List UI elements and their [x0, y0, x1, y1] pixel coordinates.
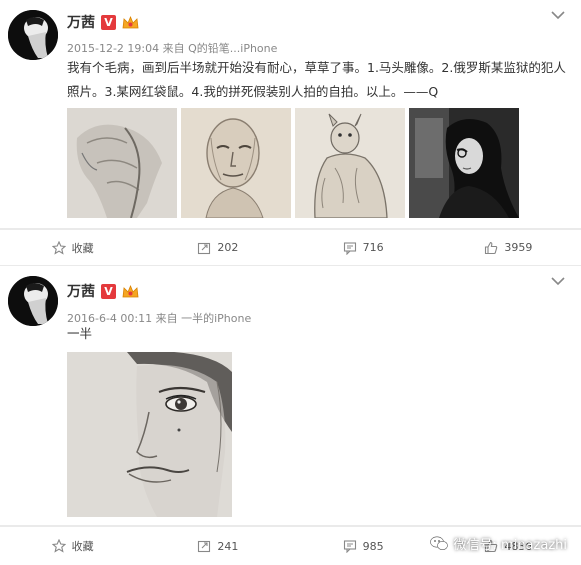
comment-count: 985 — [362, 539, 384, 553]
image-grid — [67, 108, 519, 218]
avatar[interactable] — [8, 276, 58, 326]
repost-button[interactable]: 202 — [145, 241, 290, 255]
author-row: 万茜 V — [67, 281, 139, 301]
post-text: 我有个毛病，画到后半场就开始没有耐心，草草了事。1.马头雕像。2.俄罗斯某监狱的… — [67, 60, 566, 99]
like-count: 3959 — [504, 241, 533, 254]
image-prisoner-sketch[interactable] — [181, 108, 291, 218]
image-kangaroo-sketch[interactable] — [295, 108, 405, 218]
repost-count: 241 — [217, 539, 239, 553]
post-meta: 2015-12-2 19:04 来自 Q的铅笔...iPhone — [67, 42, 278, 55]
author-row: 万茜 V — [67, 12, 139, 32]
watermark-text: 微信号: minazazhi — [453, 538, 567, 553]
image-selfie-photo[interactable] — [409, 108, 519, 218]
chevron-down-icon[interactable] — [551, 276, 565, 286]
weibo-post-2: 万茜 V 2016-6-4 00:11 来自 一半的iPhone 一半 — [0, 266, 581, 525]
repost-button[interactable]: 241 — [145, 539, 290, 553]
repost-icon — [198, 242, 211, 254]
favorite-button[interactable]: 收藏 — [0, 240, 145, 256]
star-icon — [51, 240, 66, 255]
favorite-button[interactable]: 收藏 — [0, 538, 145, 554]
image-horse-sketch[interactable] — [67, 108, 177, 218]
like-button[interactable]: 3959 — [436, 241, 581, 255]
avatar[interactable] — [8, 10, 58, 60]
comment-button[interactable]: 716 — [291, 241, 436, 255]
repost-icon — [198, 540, 211, 553]
weibo-post-1: 万茜 V 2015-12-2 19:04 来自 Q的铅笔...iPhone 我有… — [0, 0, 581, 228]
comment-button[interactable]: 985 — [291, 539, 436, 553]
thumbs-up-icon — [485, 241, 498, 254]
favorite-label: 收藏 — [71, 540, 94, 553]
repost-count: 202 — [217, 241, 239, 254]
vip-crown-icon — [122, 15, 139, 28]
author-name[interactable]: 万茜 — [67, 12, 95, 32]
image-half-face-sketch[interactable] — [67, 352, 232, 517]
favorite-label: 收藏 — [71, 241, 94, 255]
comment-icon — [343, 241, 356, 255]
post-1-action-bar: 收藏 202 716 3959 — [0, 230, 581, 265]
wechat-icon — [429, 536, 448, 550]
comment-icon — [343, 540, 356, 553]
vip-crown-icon — [122, 284, 139, 297]
wechat-watermark: 微信号: minazazhi — [429, 534, 567, 553]
post-text: 一半 — [67, 326, 93, 341]
author-name[interactable]: 万茜 — [67, 281, 95, 301]
star-icon — [51, 539, 66, 553]
chevron-down-icon[interactable] — [551, 10, 565, 20]
comment-count: 716 — [362, 241, 384, 254]
verified-v-icon: V — [101, 283, 116, 299]
verified-v-icon: V — [101, 14, 116, 30]
